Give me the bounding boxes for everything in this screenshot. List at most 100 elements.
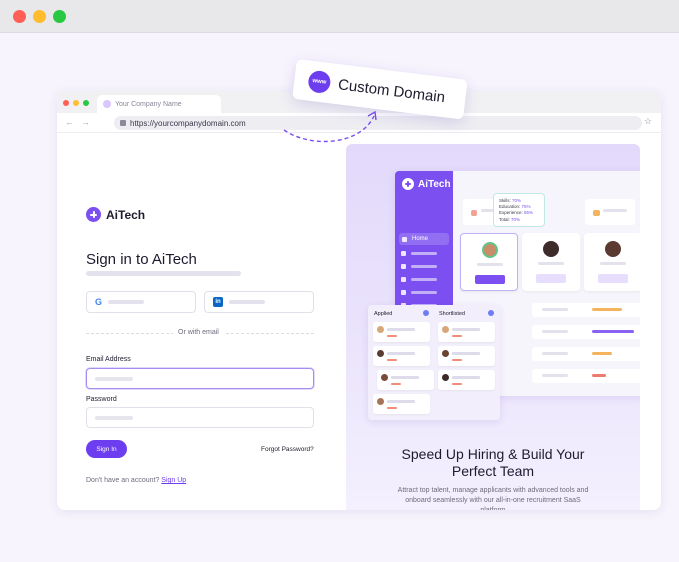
lock-icon	[120, 120, 126, 126]
sso-placeholder-line	[229, 300, 265, 304]
menu-icon	[401, 251, 406, 256]
google-icon: G	[95, 297, 103, 307]
home-icon	[402, 236, 407, 242]
row-progress-bar	[592, 330, 634, 333]
row-progress-bar	[592, 352, 612, 355]
sidebar-placeholder-line	[411, 252, 437, 255]
email-field[interactable]	[86, 368, 314, 389]
row-placeholder-line	[542, 352, 568, 355]
candidate-placeholder-line	[477, 263, 503, 266]
signin-button[interactable]: Sign In	[86, 440, 127, 458]
kanban-placeholder-line	[391, 376, 419, 379]
forgot-password-link[interactable]: Forgot Password?	[261, 446, 314, 453]
sidebar-item-home: Home	[399, 233, 449, 245]
signin-title: Sign in to AiTech	[86, 251, 197, 268]
kanban-tag	[452, 359, 462, 361]
promo-panel: AiTech Home Skills: 70% Education: 75% E…	[346, 144, 640, 510]
favicon-icon	[103, 100, 111, 108]
email-label: Email Address	[86, 356, 131, 363]
outer-window-bar	[0, 0, 679, 33]
sidebar-item	[401, 290, 437, 295]
kanban-card	[438, 322, 495, 342]
row-placeholder-line	[542, 308, 568, 311]
kanban-card	[373, 322, 430, 342]
pipeline-row	[532, 325, 640, 339]
browser-maximize-dot	[83, 100, 89, 106]
kanban-card	[373, 394, 430, 414]
tooltip-total-label: Total:	[499, 216, 512, 222]
kanban-avatar	[377, 398, 384, 405]
sidebar-placeholder-line	[411, 265, 437, 268]
kanban-avatar	[442, 326, 449, 333]
password-label: Password	[86, 396, 117, 403]
sidebar-home-label: Home	[412, 236, 429, 242]
promo-title-line-2: Perfect Team	[451, 463, 535, 479]
sso-placeholder-line	[108, 300, 145, 304]
kanban-card	[377, 370, 434, 390]
candidate-placeholder-line	[600, 262, 626, 265]
sidebar-item	[401, 251, 437, 256]
row-placeholder-line	[542, 330, 568, 333]
no-account-text: Don't have an account?	[86, 477, 160, 484]
kanban-avatar	[442, 350, 449, 357]
tooltip-total-row: Total: 70%	[499, 217, 539, 223]
sidebar-item	[401, 277, 437, 282]
linkedin-icon: in	[213, 297, 223, 307]
candidate-action-button	[475, 275, 505, 284]
sidebar-placeholder-line	[411, 278, 437, 281]
candidate-avatar	[482, 242, 498, 258]
linkedin-signin-button[interactable]: in	[204, 291, 314, 313]
browser-tab[interactable]: Your Company Name	[97, 95, 221, 113]
menu-icon	[401, 290, 406, 295]
column-count-badge	[488, 310, 494, 316]
browser-close-dot	[63, 100, 69, 106]
kanban-card	[438, 346, 495, 366]
close-window-dot[interactable]	[13, 10, 26, 23]
stat-card	[585, 199, 635, 225]
google-signin-button[interactable]: G	[86, 291, 196, 313]
kanban-column-applied: Applied	[371, 308, 434, 416]
bookmark-star-icon[interactable]: ☆	[644, 116, 652, 127]
candidate-avatar	[605, 241, 621, 257]
forward-arrow-icon[interactable]: →	[81, 117, 90, 127]
promo-title-line-1: Speed Up Hiring & Build Your	[401, 446, 585, 462]
kanban-placeholder-line	[387, 328, 415, 331]
address-url: https://yourcompanydomain.com	[130, 118, 246, 128]
kanban-tag	[387, 407, 397, 409]
candidate-card	[460, 233, 518, 291]
kanban-tag	[387, 359, 397, 361]
sidebar-placeholder-line	[411, 291, 437, 294]
maximize-window-dot[interactable]	[53, 10, 66, 23]
row-progress-bar	[592, 308, 622, 311]
browser-tab-title: Your Company Name	[115, 100, 182, 108]
tooltip-skills-value: 70%	[512, 198, 522, 203]
candidate-action-button	[536, 274, 566, 283]
kanban-column-title: Shortlisted	[439, 311, 465, 317]
stat-placeholder-line	[603, 209, 627, 212]
logo-icon	[86, 207, 101, 222]
candidate-card	[522, 233, 580, 291]
tooltip-education-label: Education:	[499, 204, 522, 210]
dashed-arrow-icon	[283, 110, 377, 143]
kanban-placeholder-line	[452, 328, 480, 331]
email-placeholder-line	[95, 376, 133, 381]
app-logo: AiTech	[402, 178, 451, 190]
kanban-avatar	[377, 326, 384, 333]
candidate-card	[584, 233, 640, 291]
kanban-placeholder-line	[387, 400, 415, 403]
back-arrow-icon[interactable]: ←	[65, 117, 74, 127]
minimize-window-dot[interactable]	[33, 10, 46, 23]
menu-icon	[401, 264, 406, 269]
candidate-action-button	[598, 274, 628, 283]
pipeline-row	[532, 369, 640, 383]
password-field[interactable]	[86, 407, 314, 428]
tooltip-experience-value: 65%	[524, 210, 534, 216]
custom-domain-label: Custom Domain	[337, 75, 447, 106]
promo-subtitle: Attract top talent, manage applicants wi…	[397, 487, 589, 510]
brand-logo: AiTech	[86, 207, 145, 222]
row-progress-bar	[592, 374, 606, 377]
signup-row: Don't have an account? Sign Up	[86, 477, 186, 484]
kanban-column-title: Applied	[374, 311, 393, 317]
pipeline-row	[532, 347, 640, 361]
signup-link[interactable]: Sign Up	[161, 477, 186, 484]
